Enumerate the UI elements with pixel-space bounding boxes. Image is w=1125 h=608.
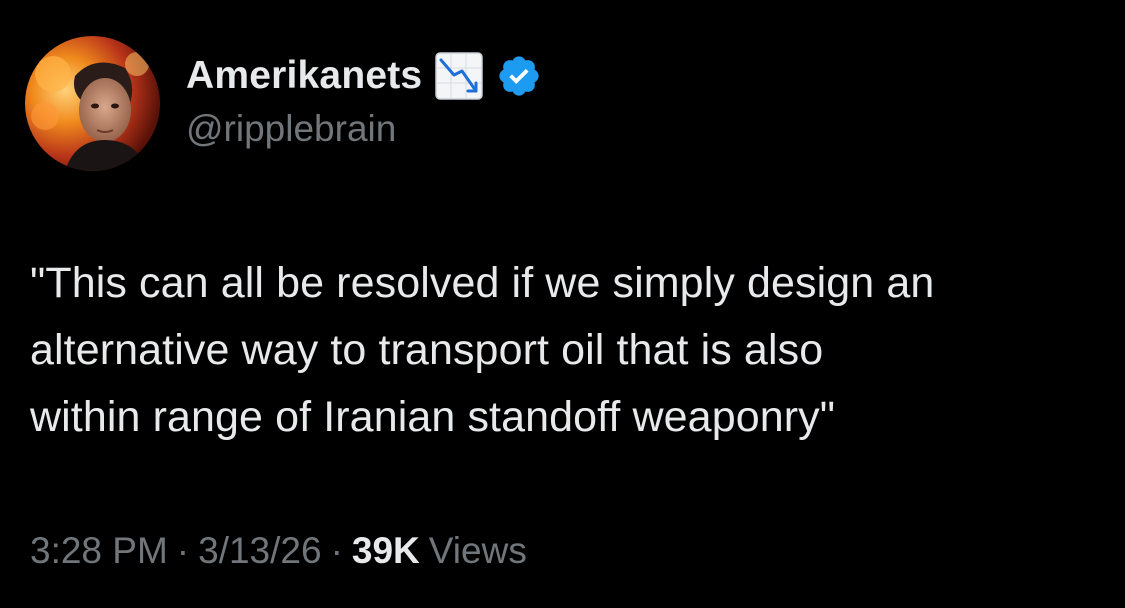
- tweet-text: "This can all be resolved if we simply d…: [30, 250, 1105, 451]
- tweet-text-line: within range of Iranian standoff weaponr…: [30, 393, 836, 441]
- avatar[interactable]: [25, 36, 160, 171]
- meta-separator: ·: [176, 530, 190, 571]
- views-count[interactable]: 39K: [352, 530, 420, 572]
- display-name[interactable]: Amerikanets: [186, 54, 422, 98]
- name-row: Amerikanets: [186, 50, 542, 102]
- tweet-time[interactable]: 3:28 PM: [30, 530, 168, 572]
- avatar-image: [25, 36, 160, 171]
- chart-decreasing-icon: [434, 51, 484, 101]
- views-label[interactable]: Views: [429, 530, 527, 572]
- author-handle[interactable]: @ripplebrain: [186, 108, 542, 150]
- tweet-text-line: alternative way to transport oil that is…: [30, 326, 824, 374]
- tweet-text-line: "This can all be resolved if we simply d…: [30, 259, 935, 307]
- tweet-date[interactable]: 3/13/26: [198, 530, 321, 572]
- tweet-header: Amerikanets @ripplebrain: [186, 50, 542, 150]
- verified-badge-icon[interactable]: [496, 53, 542, 99]
- tweet-card[interactable]: Amerikanets @ripplebrain "This can all b…: [0, 0, 1125, 608]
- tweet-meta: 3:28 PM · 3/13/26 · 39K Views: [30, 530, 527, 572]
- meta-separator: ·: [330, 530, 343, 571]
